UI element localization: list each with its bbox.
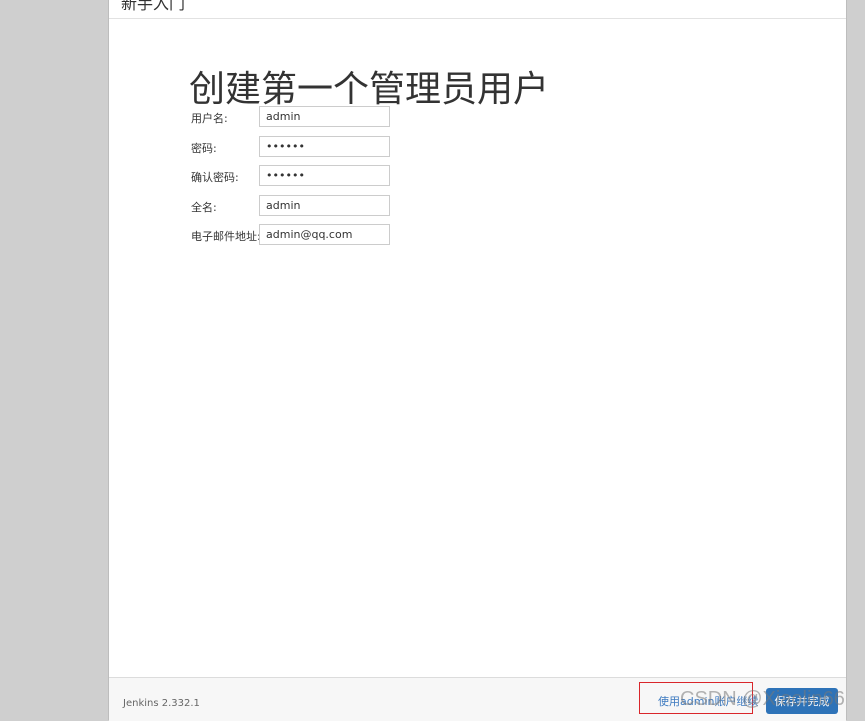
password-input[interactable] [259,135,390,157]
save-and-finish-button[interactable]: 保存并完成 [766,688,838,714]
page-title: 创建第一个管理员用户 [189,69,550,110]
password-label: 密码: [191,141,217,155]
confirm-password-label: 确认密码: [191,171,239,184]
wizard-footer: Jenkins 2.332.1 使用admin账户继续 保存并完成 [109,677,846,721]
username-label: 用户名: [191,112,228,125]
version-label: Jenkins 2.332.1 [123,698,200,709]
wizard-header: 新手入门 [109,0,846,19]
setup-wizard-panel: 新手入门 创建第一个管理员用户 用户名: 密码: 确认密码: 全名: 电子邮件地… [108,0,847,721]
email-label: 电子邮件地址: [191,230,261,243]
fullname-input[interactable] [259,194,390,216]
username-input[interactable] [259,106,390,127]
continue-as-admin-label: 使用admin账户继续 [658,695,759,708]
email-input[interactable] [259,224,390,245]
header-title: 新手入门 [121,0,186,13]
fullname-label: 全名: [191,200,217,214]
confirm-password-input[interactable] [259,165,390,186]
continue-as-admin-button[interactable]: 使用admin账户继续 [639,682,758,714]
